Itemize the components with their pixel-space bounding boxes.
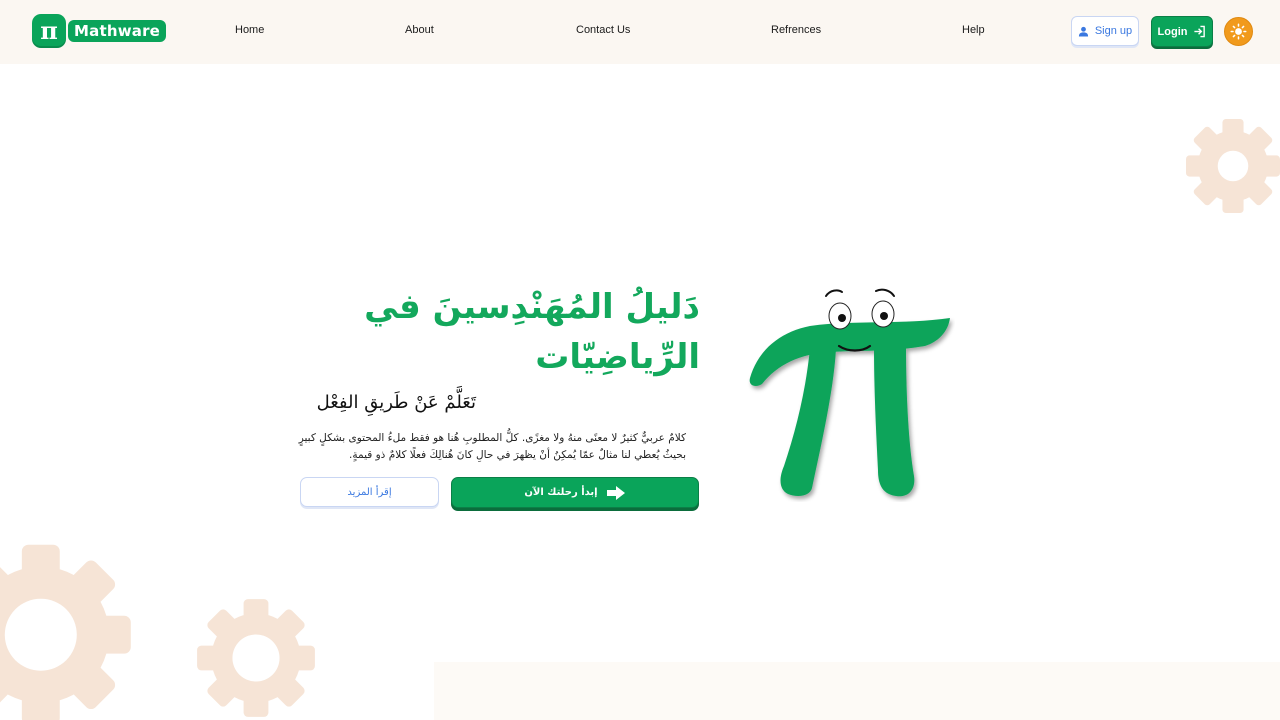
gear-decoration-bottom-center (197, 599, 315, 717)
nav-link-help[interactable]: Help (962, 24, 985, 36)
nav-link-home[interactable]: Home (235, 24, 264, 36)
arrow-right-icon (606, 485, 625, 500)
theme-toggle-button[interactable] (1224, 17, 1253, 46)
nav-link-about[interactable]: About (405, 24, 434, 36)
hero-description: كلامٌ عربيٌّ كثيرٌ لا معنًى منهُ ولا مغز… (298, 432, 686, 461)
nav-link-contact[interactable]: Contact Us (576, 24, 630, 36)
gear-decoration-bottom-left (0, 544, 131, 720)
pi-mascot-illustration (749, 288, 950, 497)
login-button[interactable]: Login (1151, 16, 1213, 47)
user-icon (1078, 26, 1088, 37)
start-journey-label: إبدأ رحلتك الآن (524, 487, 598, 498)
hero-subtitle: تَعَلَّمْ عَنْ طَريقِ الفِعْل (316, 392, 476, 413)
top-navbar: π Mathware Home About Contact Us Refrenc… (0, 0, 1280, 64)
hero-title: دَليلُ المُهَنْدِسينَ في الرِّياضِيّات (364, 287, 700, 377)
nav-link-references[interactable]: Refrences (771, 24, 821, 36)
start-journey-button[interactable]: إبدأ رحلتك الآن (451, 477, 699, 508)
pi-logo-icon: π (32, 14, 66, 48)
read-more-label: إقرأ المزيد (347, 486, 392, 498)
login-icon (1194, 25, 1206, 38)
signup-label: Sign up (1094, 25, 1133, 37)
sun-icon (1230, 23, 1247, 40)
read-more-button[interactable]: إقرأ المزيد (300, 477, 439, 507)
bottom-section-background (434, 662, 1280, 720)
brand-logo[interactable]: π Mathware (32, 13, 167, 49)
brand-name: Mathware (68, 20, 167, 42)
login-label: Login (1157, 25, 1188, 38)
gear-decoration-top-right (1186, 119, 1280, 213)
signup-button[interactable]: Sign up (1071, 16, 1139, 46)
